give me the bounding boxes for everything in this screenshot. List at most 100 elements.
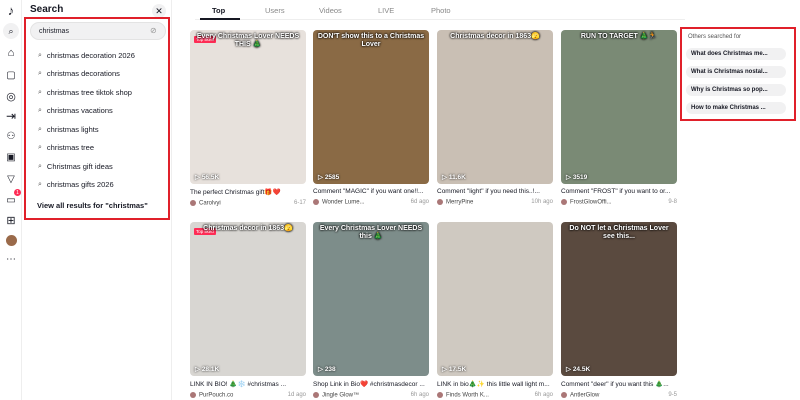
video-thumbnail[interactable]: Do NOT let a Christmas Lover see this...… bbox=[561, 222, 677, 376]
more-icon[interactable]: ⋯ bbox=[3, 251, 19, 267]
others-searched-title: Others searched for bbox=[688, 34, 742, 40]
video-card[interactable]: Top liked Christmas decor in 1863🫣 ▷ 28.1K… bbox=[190, 222, 306, 399]
video-caption[interactable]: Comment "FROST" if you want to or... bbox=[561, 188, 677, 195]
close-icon[interactable]: ✕ bbox=[152, 4, 166, 18]
post-date: 6h ago bbox=[410, 392, 429, 398]
author[interactable]: Jingle Glow™ bbox=[313, 392, 359, 399]
video-meta: Finds Worth K... 6h ago bbox=[437, 392, 553, 399]
suggestion-label: christmas vacations bbox=[46, 106, 113, 115]
avatar bbox=[437, 199, 443, 205]
suggestion-label: christmas tree tiktok shop bbox=[46, 88, 132, 97]
video-thumbnail[interactable]: Every Christmas Lover NEEDS this 🎄 ▷ 238 bbox=[313, 222, 429, 376]
video-caption[interactable]: The perfect Christmas gift🎁❤️ bbox=[190, 188, 306, 196]
post-date: 6h ago bbox=[534, 392, 553, 398]
friends-icon[interactable]: ⚇ bbox=[3, 128, 19, 144]
search-icon: ⌕ bbox=[38, 88, 42, 96]
search-suggestion[interactable]: ⌕ Christmas gift ideas bbox=[38, 162, 113, 171]
video-caption[interactable]: Comment "light" if you need this..!... bbox=[437, 188, 553, 195]
search-icon: ⌕ bbox=[38, 106, 42, 114]
view-count: ▷ 3519 bbox=[566, 174, 588, 181]
search-suggestion[interactable]: ⌕ christmas tree bbox=[38, 143, 94, 152]
video-thumbnail[interactable]: RUN TO TARGET 🎄🏃 ▷ 3519 bbox=[561, 30, 677, 184]
avatar bbox=[437, 392, 443, 398]
avatar bbox=[561, 199, 567, 205]
video-caption[interactable]: Comment "MAGIC" if you want one!!... bbox=[313, 188, 429, 195]
suggestion-label: christmas decoration 2026 bbox=[46, 51, 135, 60]
author[interactable]: Carolvyi bbox=[190, 200, 221, 207]
post-date: 10h ago bbox=[531, 199, 553, 205]
home-icon[interactable]: ⌂ bbox=[3, 45, 19, 61]
app: ♪ ⌕ ⌂ ▢ ◎ ⇥ ⚇ ▣ ▽ ▭ 1 ⊞ ⋯ Search ✕ christ… bbox=[0, 0, 800, 400]
avatar bbox=[313, 392, 319, 398]
live-tv-icon[interactable]: ▣ bbox=[3, 149, 19, 165]
video-card[interactable]: DON'T show this to a Christmas Lover ▷ 25… bbox=[313, 30, 429, 206]
video-meta: Carolvyi 6-17 bbox=[190, 200, 306, 207]
avatar bbox=[561, 392, 567, 398]
author[interactable]: PurPouch.co bbox=[190, 392, 233, 399]
thumbnail-overlay-text: Christmas decor in 1863🫣 bbox=[450, 33, 540, 40]
video-card[interactable]: Every Christmas Lover NEEDS this 🎄 ▷ 238 S… bbox=[313, 222, 429, 399]
video-thumbnail[interactable]: DON'T show this to a Christmas Lover ▷ 25… bbox=[313, 30, 429, 184]
suggestion-label: christmas lights bbox=[46, 125, 99, 134]
video-thumbnail[interactable]: Top liked Christmas decor in 1863🫣 ▷ 28.1K bbox=[190, 222, 306, 376]
thumbnail-overlay-text: RUN TO TARGET 🎄🏃 bbox=[580, 33, 658, 40]
video-thumbnail[interactable]: Top liked Every Christmas Lover NEEDS THI… bbox=[190, 30, 306, 184]
explore-compass-icon[interactable]: ◎ bbox=[3, 88, 19, 104]
view-count: ▷ 17.5K bbox=[442, 366, 467, 373]
video-caption[interactable]: LINK in bio🎄✨ this little wall light m..… bbox=[437, 380, 553, 388]
thumbnail-overlay-text: DON'T show this to a Christmas Lover bbox=[317, 33, 425, 48]
tab-live[interactable]: LIVE bbox=[378, 6, 394, 15]
profile-avatar[interactable] bbox=[3, 232, 19, 248]
search-suggestion[interactable]: ⌕ christmas decorations bbox=[38, 69, 120, 78]
video-card[interactable]: Christmas decor in 1863🫣 ▷ 11.6K Comment "… bbox=[437, 30, 553, 206]
tab-videos[interactable]: Videos bbox=[319, 6, 342, 15]
video-meta: Wonder Lume... 6d ago bbox=[313, 199, 429, 206]
video-card[interactable]: ▷ 17.5K LINK in bio🎄✨ this little wall li… bbox=[437, 222, 553, 399]
view-count: ▷ 2585 bbox=[318, 174, 340, 181]
video-meta: PurPouch.co 1d ago bbox=[190, 392, 306, 399]
notification-badge: 1 bbox=[14, 189, 21, 196]
search-icon[interactable]: ⌕ bbox=[3, 23, 19, 39]
video-thumbnail[interactable]: ▷ 17.5K bbox=[437, 222, 553, 376]
video-card[interactable]: Do NOT let a Christmas Lover see this...… bbox=[561, 222, 677, 399]
video-caption[interactable]: Shop Link in Bio❤️ #christmasdecor ... bbox=[313, 380, 429, 388]
others-item[interactable]: What does Christmas me... bbox=[686, 48, 786, 60]
tab-top[interactable]: Top bbox=[212, 6, 225, 15]
video-caption[interactable]: Comment "deer" if you want this 🎄... bbox=[561, 380, 677, 388]
others-item[interactable]: How to make Christmas ... bbox=[686, 102, 786, 114]
activity-inbox-icon[interactable]: ▭ 1 bbox=[3, 189, 21, 208]
clear-search-icon[interactable]: ⊘ bbox=[150, 26, 157, 35]
author[interactable]: Finds Worth K... bbox=[437, 392, 489, 399]
suggestion-label: christmas gifts 2026 bbox=[46, 180, 114, 189]
author[interactable]: FrostGlowOffi... bbox=[561, 199, 612, 206]
tiktok-logo-icon[interactable]: ♪ bbox=[3, 2, 19, 18]
search-suggestion[interactable]: ⌕ christmas lights bbox=[38, 125, 99, 134]
search-input[interactable]: christmas bbox=[30, 22, 166, 40]
tab-users[interactable]: Users bbox=[265, 6, 285, 15]
suggestion-label: christmas tree bbox=[46, 143, 95, 152]
search-suggestion[interactable]: ⌕ christmas decoration 2026 bbox=[38, 51, 135, 60]
search-suggestion[interactable]: ⌕ christmas tree tiktok shop bbox=[38, 88, 132, 97]
view-count: ▷ 56.5K bbox=[195, 174, 220, 181]
view-all-results-link[interactable]: View all results for "christmas" bbox=[37, 201, 148, 210]
author[interactable]: AntlerGlow bbox=[561, 392, 599, 399]
video-thumbnail[interactable]: Christmas decor in 1863🫣 ▷ 11.6K bbox=[437, 30, 553, 184]
messages-icon[interactable]: ▽ bbox=[3, 171, 19, 187]
tab-photo[interactable]: Photo bbox=[431, 6, 451, 15]
author[interactable]: Wonder Lume... bbox=[313, 199, 365, 206]
video-card[interactable]: RUN TO TARGET 🎄🏃 ▷ 3519 Comment "FROST" if… bbox=[561, 30, 677, 206]
avatar bbox=[313, 199, 319, 205]
author[interactable]: MerryPine bbox=[437, 199, 473, 206]
shop-bag-icon[interactable]: ▢ bbox=[3, 67, 19, 83]
video-meta: FrostGlowOffi... 9-8 bbox=[561, 199, 677, 206]
others-item[interactable]: Why is Christmas so pop... bbox=[686, 84, 786, 96]
video-card[interactable]: Top liked Every Christmas Lover NEEDS THI… bbox=[190, 30, 306, 207]
avatar bbox=[190, 392, 196, 398]
video-caption[interactable]: LINK IN BIO! 🎄❄️ #christmas ... bbox=[190, 380, 306, 388]
others-item[interactable]: What is Christmas nostal... bbox=[686, 66, 786, 78]
search-suggestion[interactable]: ⌕ christmas vacations bbox=[38, 106, 113, 115]
thumbnail-overlay-text: Christmas decor in 1863🫣 bbox=[203, 225, 293, 232]
search-suggestion[interactable]: ⌕ christmas gifts 2026 bbox=[38, 180, 114, 189]
upload-plus-icon[interactable]: ⊞ bbox=[3, 212, 19, 228]
following-icon[interactable]: ⇥ bbox=[3, 108, 19, 124]
